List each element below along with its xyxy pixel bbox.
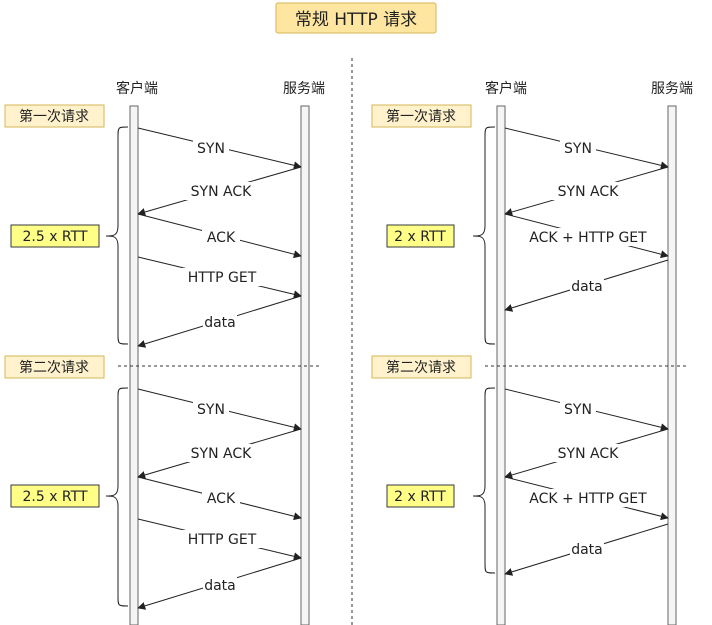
message-ack-http-get: ACK + HTTP GET <box>504 476 669 521</box>
svg-text:2 x RTT: 2 x RTT <box>394 489 446 505</box>
svg-text:SYN: SYN <box>197 402 225 418</box>
diagram-title: 常规 HTTP 请求 <box>275 2 437 34</box>
svg-text:SYN ACK: SYN ACK <box>191 446 252 462</box>
panel-1-client-label: 客户端 <box>116 80 158 97</box>
svg-text:SYN ACK: SYN ACK <box>191 184 252 200</box>
message-ack-http-get: ACK + HTTP GET <box>504 213 669 259</box>
message-syn-ack: SYN ACK <box>137 428 302 479</box>
panel-2-request-1-label: 第一次请求 <box>371 104 472 128</box>
svg-text:data: data <box>204 578 236 594</box>
message-http-get: HTTP GET <box>137 518 302 561</box>
panel-2-request-1-rtt: 2 x RTT <box>386 224 455 248</box>
svg-text:SYN ACK: SYN ACK <box>558 446 619 462</box>
message-data: data <box>504 523 669 576</box>
svg-text:data: data <box>571 542 603 558</box>
panel-1-request-2-rtt: 2.5 x RTT <box>10 484 100 508</box>
message-syn-ack: SYN ACK <box>504 166 669 216</box>
message-http-get: HTTP GET <box>137 256 302 299</box>
svg-text:第二次请求: 第二次请求 <box>19 359 89 376</box>
svg-text:第一次请求: 第一次请求 <box>386 108 456 125</box>
panel-1-request-2-brace <box>105 387 129 607</box>
http-sequence-diagram: 常规 HTTP 请求 客户端 服务端 客户端 服务端 第一次请求 第二次请求 第… <box>4 2 693 625</box>
message-data: data <box>137 557 302 610</box>
panel-1-request-1-rtt: 2.5 x RTT <box>10 224 100 248</box>
title-text: 常规 HTTP 请求 <box>295 10 417 30</box>
svg-text:ACK + HTTP GET: ACK + HTTP GET <box>529 230 647 246</box>
svg-text:ACK: ACK <box>207 230 236 246</box>
svg-text:HTTP GET: HTTP GET <box>188 270 257 286</box>
message-syn-ack: SYN ACK <box>137 166 302 216</box>
message-data: data <box>504 259 669 312</box>
svg-text:ACK: ACK <box>207 491 236 507</box>
panel-2-request-2-brace <box>472 387 496 574</box>
svg-text:2.5 x RTT: 2.5 x RTT <box>22 229 87 245</box>
message-syn-ack: SYN ACK <box>504 428 669 479</box>
panel-2-request-2-label: 第二次请求 <box>371 355 472 379</box>
panel-2-server-label: 服务端 <box>651 81 693 97</box>
message-data: data <box>137 295 302 348</box>
svg-text:SYN: SYN <box>564 141 592 157</box>
svg-text:data: data <box>204 315 236 331</box>
svg-text:2.5 x RTT: 2.5 x RTT <box>22 489 87 505</box>
message-ack: ACK <box>137 476 302 521</box>
svg-text:HTTP GET: HTTP GET <box>188 532 257 548</box>
message-syn: SYN <box>137 127 302 170</box>
message-syn: SYN <box>137 388 302 432</box>
svg-text:第二次请求: 第二次请求 <box>386 359 456 376</box>
svg-text:ACK + HTTP GET: ACK + HTTP GET <box>529 491 647 507</box>
svg-text:data: data <box>571 279 603 295</box>
panel-1-request-2-label: 第二次请求 <box>4 355 105 379</box>
message-syn: SYN <box>504 127 669 170</box>
panel-2-request-2-rtt: 2 x RTT <box>386 484 455 508</box>
panel-1-server-label: 服务端 <box>283 81 325 97</box>
svg-text:第一次请求: 第一次请求 <box>19 108 89 125</box>
panel-2-client-label: 客户端 <box>485 80 527 97</box>
panel-1-request-1-brace <box>105 126 129 345</box>
panel-1-request-1-label: 第一次请求 <box>4 104 105 128</box>
panel-2-request-1-brace <box>472 126 496 345</box>
svg-text:SYN ACK: SYN ACK <box>558 184 619 200</box>
svg-text:SYN: SYN <box>197 141 225 157</box>
message-ack: ACK <box>137 213 302 259</box>
svg-text:SYN: SYN <box>564 402 592 418</box>
svg-text:2 x RTT: 2 x RTT <box>394 229 446 245</box>
message-syn: SYN <box>504 388 669 432</box>
